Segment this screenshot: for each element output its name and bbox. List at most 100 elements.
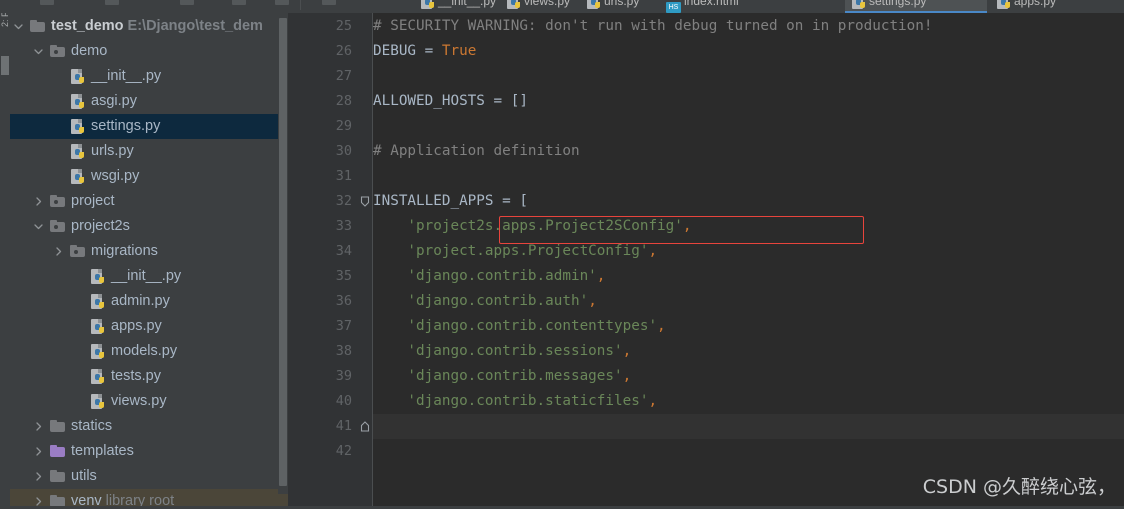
tree-item-project2s[interactable]: project2s: [10, 214, 288, 239]
editor-tab--init-py[interactable]: __init__.py: [414, 0, 498, 13]
chevron-down-icon[interactable]: [32, 214, 45, 231]
chevron-right-icon[interactable]: [32, 439, 45, 456]
line-number: 34: [335, 243, 352, 259]
pycharm-window: 2: Favorites test_demo E:\Django\test_de…: [0, 0, 1124, 509]
code-editor[interactable]: 25 26 27 28 29 30 31 32 33 34 35 36 37 38 39 40 41 42 # S…: [288, 13, 1124, 509]
python-file-icon: [90, 369, 106, 385]
python-file-icon: [586, 0, 602, 10]
tree-item-hint: E:\Django\test_dem: [123, 18, 263, 34]
folder-source-icon: [50, 219, 66, 235]
tree-item-apps-py[interactable]: apps.py: [10, 314, 288, 339]
tree-item-migrations[interactable]: migrations: [10, 239, 288, 264]
tree-item-tests-py[interactable]: tests.py: [10, 364, 288, 389]
tree-item-label: templates: [71, 443, 134, 459]
editor-tab-label: __init__.py: [438, 0, 497, 8]
tree-item-label: urls.py: [91, 143, 134, 159]
caret-line-highlight: [373, 414, 1124, 439]
tree-item-settings-py[interactable]: settings.py: [10, 114, 288, 139]
line-number: 26: [335, 43, 352, 59]
editor-tab-urls-py[interactable]: urls.py: [580, 0, 658, 13]
tree-item-label: __init__.py: [91, 68, 162, 84]
code-line[interactable]: 'django.contrib.auth',: [373, 289, 596, 314]
tree-item-init-py[interactable]: __init__.py: [10, 264, 288, 289]
tree-item-templates[interactable]: templates: [10, 439, 288, 464]
line-number: 33: [335, 218, 352, 234]
editor-tab-index-html[interactable]: HS index.html: [660, 0, 780, 13]
toolbar-separator: [300, 0, 301, 10]
csdn-watermark: CSDN @久醉绕心弦，: [922, 476, 1116, 498]
toolbar-icon-a[interactable]: [40, 0, 54, 5]
project-tree[interactable]: test_demo E:\Django\test_dem demo __init__…: [10, 14, 288, 509]
line-number: 35: [335, 268, 352, 284]
code-line[interactable]: 'django.contrib.sessions',: [373, 339, 631, 364]
tree-item-label: project: [71, 193, 115, 209]
code-line[interactable]: 'django.contrib.admin',: [373, 264, 605, 289]
folder-source-icon: [50, 44, 66, 60]
tree-item-label: settings.py: [91, 118, 161, 134]
fold-collapse-icon[interactable]: [360, 189, 370, 214]
fold-end-icon[interactable]: [360, 414, 370, 439]
tree-item-admin-py[interactable]: admin.py: [10, 289, 288, 314]
code-line[interactable]: 'django.contrib.contenttypes',: [373, 314, 665, 339]
tree-item-utils[interactable]: utils: [10, 464, 288, 489]
toolbar-icon-d[interactable]: [232, 0, 246, 5]
tree-item-label: utils: [71, 468, 97, 484]
python-file-icon: [851, 0, 867, 10]
editor-tab-label: apps.py: [1014, 0, 1057, 8]
tree-item-asgi-py[interactable]: asgi.py: [10, 89, 288, 114]
tree-item-init-py[interactable]: __init__.py: [10, 64, 288, 89]
code-line[interactable]: INSTALLED_APPS = [: [373, 189, 528, 214]
toolbar-icon-e[interactable]: [275, 0, 289, 5]
code-line[interactable]: ALLOWED_HOSTS = []: [373, 89, 528, 114]
code-token: 'django.contrib.contenttypes': [373, 318, 658, 334]
line-number-gutter[interactable]: 25 26 27 28 29 30 31 32 33 34 35 36 37 38 39 40 41 42: [288, 13, 373, 509]
tree-item-project[interactable]: project: [10, 189, 288, 214]
tree-item-models-py[interactable]: models.py: [10, 339, 288, 364]
code-line[interactable]: 'project2s.apps.Project2SConfig',: [373, 214, 691, 239]
tree-item-wsgi-py[interactable]: wsgi.py: [10, 164, 288, 189]
line-number: 38: [335, 343, 352, 359]
tree-item-label: tests.py: [111, 368, 161, 384]
chevron-right-icon[interactable]: [32, 189, 45, 206]
code-line[interactable]: # Application definition: [373, 139, 580, 164]
project-tree-scrollbar-thumb[interactable]: [279, 18, 287, 486]
toolbar-icon-f[interactable]: [322, 0, 336, 5]
code-line[interactable]: DEBUG = True: [373, 39, 476, 64]
code-token: ,: [622, 368, 632, 384]
code-line[interactable]: 'project.apps.ProjectConfig',: [373, 239, 657, 264]
chevron-down-icon[interactable]: [32, 39, 45, 56]
editor-tab-apps-py[interactable]: apps.py: [990, 0, 1110, 13]
folder-icon: [30, 19, 46, 35]
code-token: INSTALLED_APPS = [: [373, 193, 528, 209]
editor-tab-views-py[interactable]: views.py: [500, 0, 578, 13]
chevron-right-icon[interactable]: [32, 414, 45, 431]
folder-icon: [50, 419, 66, 435]
tree-item-test-demo[interactable]: test_demo E:\Django\test_dem: [10, 14, 288, 39]
code-line[interactable]: 'django.contrib.messages',: [373, 364, 631, 389]
tree-item-views-py[interactable]: views.py: [10, 389, 288, 414]
toolbar-icon-c[interactable]: [180, 0, 194, 5]
chevron-right-icon[interactable]: [52, 239, 65, 256]
tab-bar-left-group: [0, 0, 404, 13]
tree-item-urls-py[interactable]: urls.py: [10, 139, 288, 164]
code-token: ,: [622, 343, 632, 359]
line-number: 37: [335, 318, 352, 334]
code-line[interactable]: 'django.contrib.staticfiles',: [373, 389, 657, 414]
tree-item-demo[interactable]: demo: [10, 39, 288, 64]
code-token: 'django.contrib.staticfiles': [373, 393, 649, 409]
tree-item-label: wsgi.py: [91, 168, 140, 184]
html-file-icon: HS: [666, 0, 681, 13]
tree-item-statics[interactable]: statics: [10, 414, 288, 439]
code-token: ,: [648, 393, 658, 409]
toolbar-icon-b[interactable]: [105, 0, 119, 5]
chevron-right-icon[interactable]: [32, 489, 45, 506]
tree-item-label: admin.py: [111, 293, 170, 309]
editor-tab-bar[interactable]: __init__.py views.py urls.py HS index.html se…: [0, 0, 1124, 13]
chevron-right-icon[interactable]: [32, 464, 45, 481]
python-file-icon: [70, 119, 86, 135]
chevron-down-icon[interactable]: [12, 14, 25, 31]
tree-item-label: apps.py: [111, 318, 162, 334]
python-file-icon: [420, 0, 436, 10]
code-token: ALLOWED_HOSTS = []: [373, 93, 528, 109]
code-line[interactable]: # SECURITY WARNING: don't run with debug…: [373, 14, 932, 39]
